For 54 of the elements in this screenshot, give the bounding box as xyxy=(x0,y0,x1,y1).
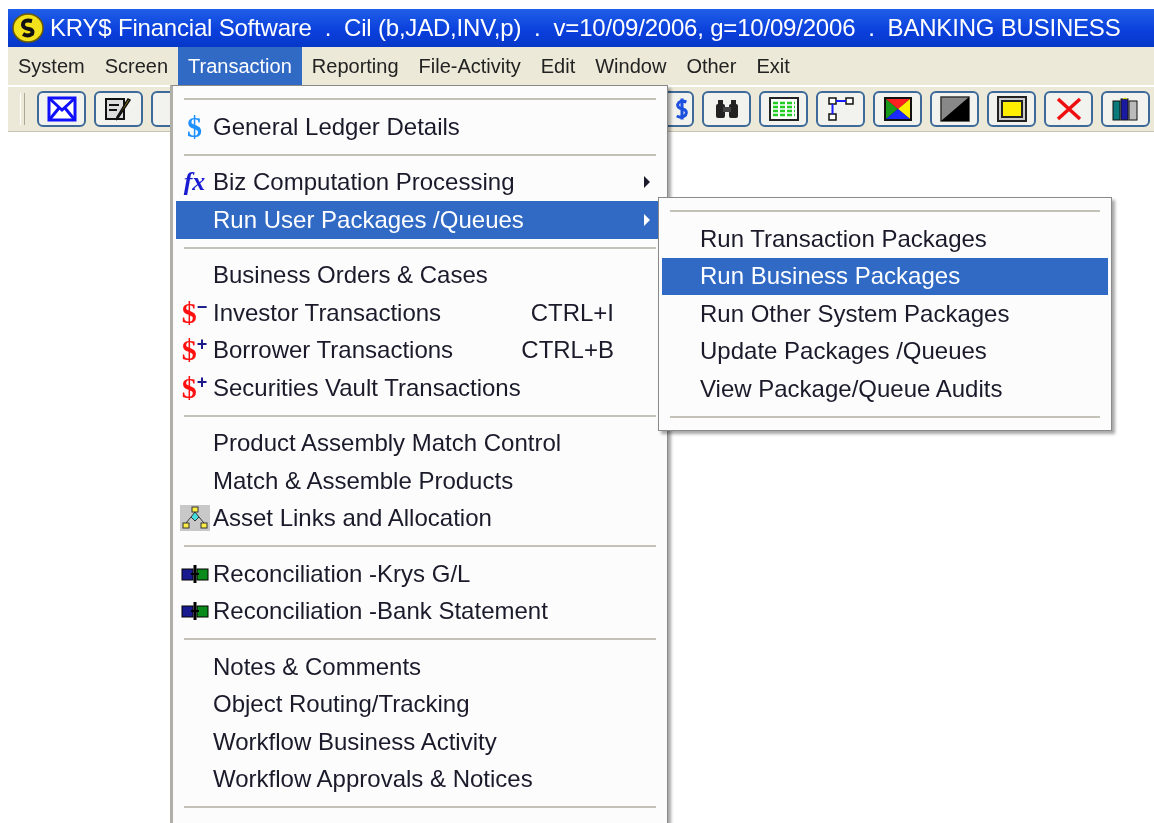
quartered-square-icon xyxy=(882,96,913,122)
dollar-icon: $$^{−}$ xyxy=(181,297,208,328)
toolbar-button[interactable] xyxy=(94,91,143,127)
dollar-icon: $$^{+}$ xyxy=(181,335,208,366)
menu-item[interactable]: Reconciliation -Krys G/L xyxy=(176,555,664,593)
menu-item[interactable]: Workflow Approvals & Notices xyxy=(176,760,664,798)
submenu-item[interactable]: Run Business Packages xyxy=(662,257,1108,295)
submenu-item[interactable]: Run Other System Packages xyxy=(662,295,1108,333)
menu-bar-item[interactable]: Window xyxy=(585,47,677,85)
menu-bar-item[interactable]: File-Activity xyxy=(408,47,531,85)
submenu-item[interactable]: View Package/Queue Audits xyxy=(662,370,1108,408)
menu-item[interactable]: Match & Assemble Products xyxy=(176,462,664,500)
toolbar-button[interactable] xyxy=(759,91,808,127)
menu-item[interactable]: $ General Ledger Details xyxy=(176,108,664,146)
dollar-icon: $$^{+}$ xyxy=(181,372,208,403)
window-title: KRY$ Financial Software . Cil (b,JAD,INV,p) . v=10/09/2006, g=10/09/2006 . BANKING BUSINESS xyxy=(50,14,1121,42)
toolbar-button[interactable] xyxy=(37,91,86,127)
menu-bar-item[interactable]: Edit xyxy=(530,47,586,85)
envelope-icon xyxy=(46,96,77,122)
flowchart-icon xyxy=(825,96,856,122)
hierarchy-icon xyxy=(179,505,210,532)
menu-item[interactable]: Product Assembly Match Control xyxy=(176,424,664,462)
menu-item[interactable]: Workflow Business Activity xyxy=(176,723,664,761)
dollar-icon: $ xyxy=(187,111,202,142)
dollar-icon xyxy=(675,96,689,122)
notepad-pencil-icon xyxy=(103,96,134,122)
menu-item[interactable]: Reconciliation -Bank Statement xyxy=(176,592,664,630)
menu-item[interactable]: Notes & Comments xyxy=(176,648,664,686)
half-square-icon xyxy=(939,96,970,122)
function-icon: fx xyxy=(183,169,206,196)
submenu-item[interactable]: Run Transaction Packages xyxy=(662,220,1108,258)
app-logo-icon xyxy=(12,13,44,43)
menu-bar-item[interactable]: Screen xyxy=(94,47,179,85)
menu-bar-item[interactable]: System xyxy=(8,47,95,85)
toolbar-button[interactable] xyxy=(930,91,979,127)
menu-bar-item[interactable]: Reporting xyxy=(301,47,409,85)
toolbar-button[interactable] xyxy=(873,91,922,127)
menu-bar-item[interactable]: Exit xyxy=(746,47,800,85)
toolbar-button[interactable] xyxy=(1101,91,1150,127)
menu-item[interactable]: $$^{−}$ Investor Transactions CTRL+I xyxy=(176,294,664,332)
menu-item[interactable]: Object Routing/Tracking xyxy=(176,685,664,723)
toolbar-button[interactable] xyxy=(816,91,865,127)
framed-square-icon xyxy=(996,96,1027,122)
menu-item[interactable]: Asset Links and Allocation xyxy=(176,499,664,537)
toolbar-button[interactable] xyxy=(702,91,751,127)
grid-icon xyxy=(768,96,799,122)
menu-item[interactable]: $$^{+}$ Securities Vault Transactions xyxy=(176,369,664,407)
menu-item[interactable]: $$^{+}$ Borrower Transactions CTRL+B xyxy=(176,331,664,369)
menu-bar-item[interactable]: Transaction xyxy=(178,47,302,85)
menu-item[interactable]: Business Orders & Cases xyxy=(176,256,664,294)
toolbar-button[interactable] xyxy=(987,91,1036,127)
menu-bar-item[interactable]: Other xyxy=(676,47,747,85)
submenu-item[interactable]: Update Packages /Queues xyxy=(662,332,1108,370)
books-icon xyxy=(1110,96,1141,122)
